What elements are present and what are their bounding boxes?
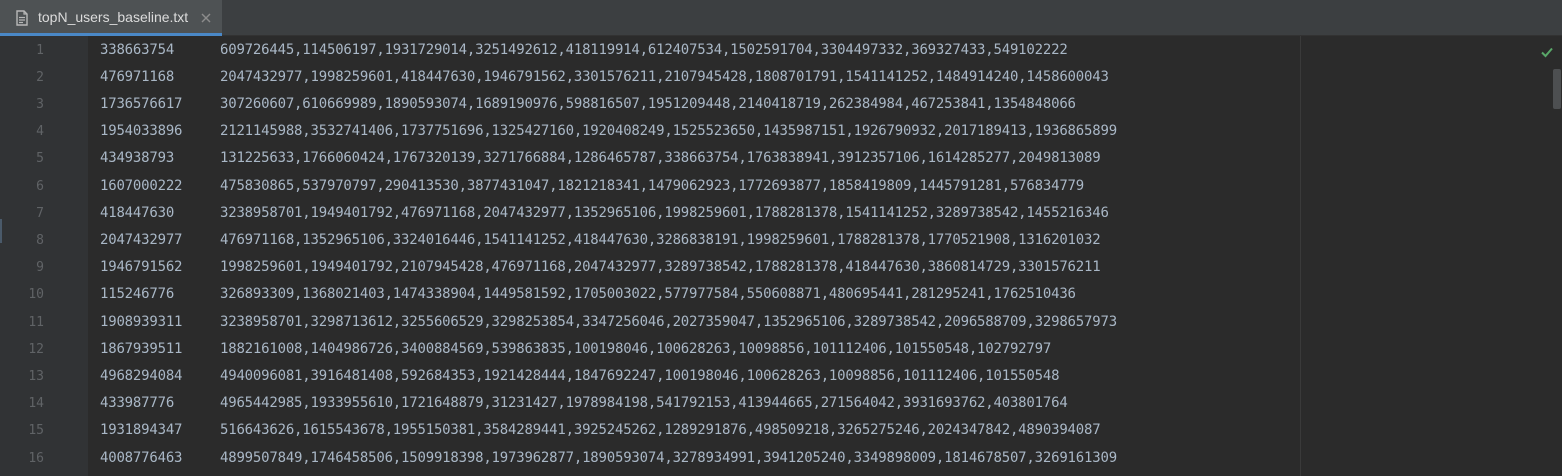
code-line[interactable]: 418447630 3238958701,1949401792,476971168… [100, 200, 1109, 227]
user-id: 1908939311 [100, 313, 183, 330]
code-line[interactable]: 4008776463 4899507849,1746458506,15099183… [100, 445, 1117, 472]
user-id: 338663754 [100, 41, 175, 58]
user-id: 434938793 [100, 150, 175, 167]
line-number-gutter: 1 2 3 4 5 6 7 8 9 10 11 12 13 14 15 16 [0, 36, 88, 476]
code-line[interactable]: 1946791562 1998259601,1949401792,21079454… [100, 254, 1101, 281]
code-line[interactable]: 1954033896 2121145988,3532741406,17377516… [100, 118, 1117, 145]
top-n-user-list: 3238958701,3298713612,3255606529,3298253… [220, 313, 1117, 330]
line-number: 14 [28, 396, 44, 412]
top-n-user-list: 476971168,1352965106,3324016446,15411412… [220, 231, 1101, 248]
vertical-scrollbar[interactable] [1550, 36, 1562, 476]
file-text-icon [14, 10, 30, 26]
top-n-user-list: 3238958701,1949401792,476971168,20474329… [220, 204, 1109, 221]
line-number: 16 [28, 450, 44, 466]
top-n-user-list: 516643626,1615543678,1955150381,35842894… [220, 422, 1101, 439]
code-line[interactable]: 1736576617 307260607,610669989,1890593074… [100, 91, 1076, 118]
line-number: 8 [36, 232, 44, 248]
right-margin-guide [1300, 36, 1301, 476]
line-number: 9 [36, 260, 44, 276]
code-line[interactable]: 1867939511 1882161008,1404986726,34008845… [100, 336, 1051, 363]
code-line[interactable]: 476971168 2047432977,1998259601,418447630… [100, 64, 1109, 91]
line-number: 11 [28, 314, 44, 330]
top-n-user-list: 4965442985,1933955610,1721648879,3123142… [220, 395, 1068, 412]
user-id: 1736576617 [100, 95, 183, 112]
user-id: 476971168 [100, 68, 175, 85]
line-number: 7 [36, 205, 44, 221]
user-id: 1954033896 [100, 123, 183, 140]
top-n-user-list: 131225633,1766060424,1767320139,32717668… [220, 150, 1101, 167]
editor-tab-bar: topN_users_baseline.txt [0, 0, 1562, 36]
tab-title: topN_users_baseline.txt [38, 9, 189, 25]
code-line[interactable]: 2047432977 476971168,1352965106,332401644… [100, 227, 1101, 254]
user-id: 1607000222 [100, 177, 183, 194]
line-number: 12 [28, 341, 44, 357]
line-number: 13 [28, 368, 44, 384]
code-line[interactable]: 338663754 609726445,114506197,1931729014,… [100, 37, 1068, 64]
top-n-user-list: 609726445,114506197,1931729014,325149261… [220, 41, 1068, 58]
user-id: 115246776 [100, 286, 175, 303]
code-line[interactable]: 433987776 4965442985,1933955610,172164887… [100, 390, 1068, 417]
line-number: 3 [36, 96, 44, 112]
top-n-user-list: 475830865,537970797,290413530,3877431047… [220, 177, 1085, 194]
line-number: 4 [36, 124, 44, 140]
line-number: 5 [36, 151, 44, 167]
top-n-user-list: 2121145988,3532741406,1737751696,1325427… [220, 123, 1117, 140]
user-id: 4008776463 [100, 449, 183, 466]
line-number: 6 [36, 178, 44, 194]
user-id: 418447630 [100, 204, 175, 221]
top-n-user-list: 326893309,1368021403,1474338904,14495815… [220, 286, 1076, 303]
code-line[interactable]: 434938793 131225633,1766060424,1767320139… [100, 145, 1101, 172]
line-number: 1 [36, 42, 44, 58]
tab-file[interactable]: topN_users_baseline.txt [0, 0, 222, 36]
line-number: 10 [28, 287, 44, 303]
code-line[interactable]: 1908939311 3238958701,3298713612,32556065… [100, 309, 1117, 336]
code-line[interactable]: 4968294084 4940096081,3916481408,59268435… [100, 363, 1060, 390]
close-icon[interactable] [199, 10, 213, 24]
user-id: 1867939511 [100, 340, 183, 357]
user-id: 433987776 [100, 395, 175, 412]
top-n-user-list: 307260607,610669989,1890593074,168919097… [220, 95, 1076, 112]
top-n-user-list: 4940096081,3916481408,592684353,19214284… [220, 367, 1060, 384]
top-n-user-list: 1882161008,1404986726,3400884569,5398638… [220, 340, 1052, 357]
top-n-user-list: 1998259601,1949401792,2107945428,4769711… [220, 259, 1101, 276]
code-line[interactable]: 115246776 326893309,1368021403,1474338904… [100, 281, 1076, 308]
top-n-user-list: 2047432977,1998259601,418447630,19467915… [220, 68, 1109, 85]
code-line[interactable]: 1931894347 516643626,1615543678,195515038… [100, 417, 1101, 444]
scrollbar-thumb[interactable] [1553, 69, 1561, 109]
user-id: 2047432977 [100, 231, 183, 248]
editor-area[interactable]: 1 2 3 4 5 6 7 8 9 10 11 12 13 14 15 16 338663754 6097264… [0, 36, 1562, 476]
line-number: 15 [28, 423, 44, 439]
user-id: 1946791562 [100, 259, 183, 276]
user-id: 1931894347 [100, 422, 183, 439]
line-number: 2 [36, 69, 44, 85]
user-id: 4968294084 [100, 367, 183, 384]
top-n-user-list: 4899507849,1746458506,1509918398,1973962… [220, 449, 1117, 466]
code-line[interactable]: 1607000222 475830865,537970797,290413530,… [100, 173, 1084, 200]
